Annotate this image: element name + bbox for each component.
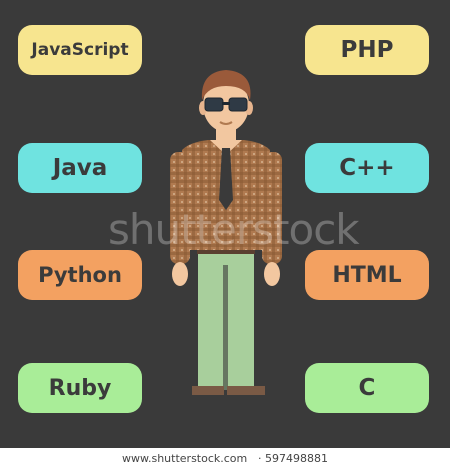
footer-image-id-value: 597498881 bbox=[265, 452, 328, 465]
left-hand bbox=[172, 262, 188, 286]
footer-site: www.shutterstock.com bbox=[122, 452, 248, 465]
label-ruby-text: Ruby bbox=[48, 375, 112, 401]
footer-bar: www.shutterstock.com · 597498881 bbox=[0, 448, 450, 470]
right-hand bbox=[264, 262, 280, 286]
label-php-text: PHP bbox=[340, 37, 394, 63]
label-c: C bbox=[305, 363, 429, 413]
right-shoe bbox=[227, 386, 265, 395]
label-python-text: Python bbox=[38, 263, 122, 287]
label-html: HTML bbox=[305, 250, 429, 300]
label-python: Python bbox=[18, 250, 142, 300]
left-shoe bbox=[192, 386, 224, 395]
label-javascript: JavaScript bbox=[18, 25, 142, 75]
footer-image-id: · 597498881 bbox=[258, 452, 328, 465]
label-java: Java bbox=[18, 143, 142, 193]
label-java-text: Java bbox=[52, 155, 108, 181]
label-html-text: HTML bbox=[332, 262, 402, 288]
illustration-canvas: JavaScript Java Python Ruby PHP C++ HTML… bbox=[0, 0, 450, 448]
label-ruby: Ruby bbox=[18, 363, 142, 413]
label-cpp: C++ bbox=[305, 143, 429, 193]
footer-separator: · bbox=[258, 452, 265, 465]
label-cpp-text: C++ bbox=[339, 155, 395, 181]
watermark: shutterstock bbox=[108, 205, 360, 254]
label-php: PHP bbox=[305, 25, 429, 75]
label-c-text: C bbox=[358, 375, 376, 401]
label-javascript-text: JavaScript bbox=[31, 40, 129, 60]
